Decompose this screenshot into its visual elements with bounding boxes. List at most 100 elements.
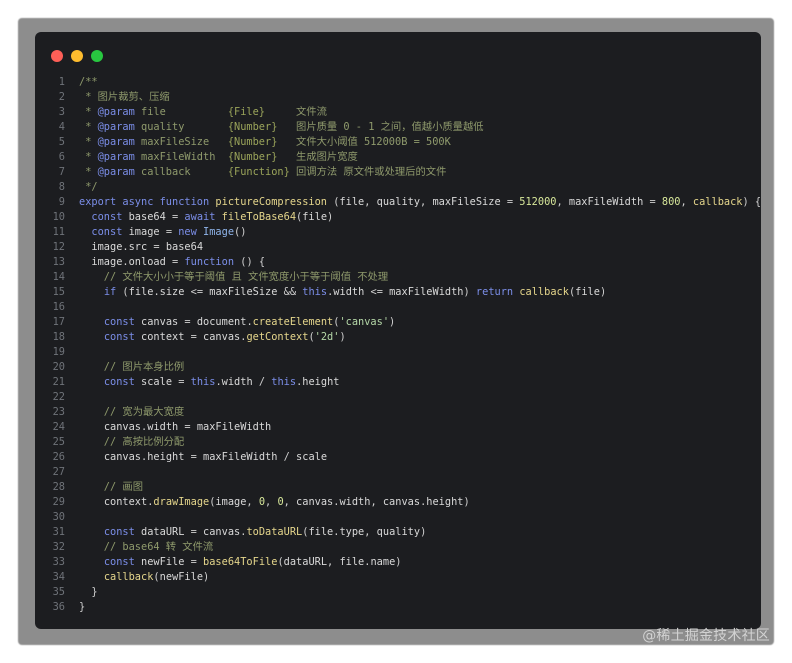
- line-number: 18: [52, 331, 65, 343]
- code-line: 29 context.drawImage(image, 0, 0, canvas…: [35, 495, 761, 510]
- code-text: * 图片裁剪、压缩: [79, 91, 170, 103]
- code-line: 8 */: [35, 180, 761, 195]
- code-text: // 画图: [79, 481, 143, 493]
- code-line: 26 canvas.height = maxFileWidth / scale: [35, 450, 761, 465]
- line-number: 6: [58, 151, 65, 163]
- line-number: 2: [58, 91, 65, 103]
- code-line: 15 if (file.size <= maxFileSize && this.…: [35, 285, 761, 300]
- code-line: 28 // 画图: [35, 480, 761, 495]
- line-number: 35: [52, 586, 65, 598]
- code-line: 16: [35, 300, 761, 315]
- code-line: 31 const dataURL = canvas.toDataURL(file…: [35, 525, 761, 540]
- code-text: canvas.height = maxFileWidth / scale: [103, 451, 328, 463]
- line-number: 27: [52, 466, 65, 478]
- code-line: 24 canvas.width = maxFileWidth: [35, 420, 761, 435]
- line-number: 33: [52, 556, 65, 568]
- code-text: const dataURL = canvas.toDataURL(file.ty…: [103, 526, 427, 538]
- code-line: 12 image.src = base64: [35, 240, 761, 255]
- code-text: const canvas = document.createElement('c…: [103, 316, 396, 328]
- code-text: * @param file {File} 文件流: [79, 106, 327, 118]
- code-line: 5 * @param maxFileSize {Number} 文件大小阈值 5…: [35, 135, 761, 150]
- line-number: 15: [52, 286, 65, 298]
- code-line: 33 const newFile = base64ToFile(dataURL,…: [35, 555, 761, 570]
- code-text: // 高按比例分配: [79, 436, 185, 448]
- line-number: 26: [52, 451, 65, 463]
- code-text: canvas.width = maxFileWidth: [103, 421, 272, 433]
- line-number: 12: [52, 241, 65, 253]
- code-text: * @param quality {Number} 图片质量 0 - 1 之间，…: [79, 121, 484, 133]
- code-line: 23 // 宽为最大宽度: [35, 405, 761, 420]
- code-text: }: [91, 586, 98, 598]
- code-line: 2 * 图片裁剪、压缩: [35, 90, 761, 105]
- code-line: 34 callback(newFile): [35, 570, 761, 585]
- line-number: 30: [52, 511, 65, 523]
- code-line: 11 const image = new Image(): [35, 225, 761, 240]
- code-text: */: [79, 181, 98, 193]
- code-line: 19: [35, 345, 761, 360]
- line-number: 14: [52, 271, 65, 283]
- line-number: 3: [58, 106, 65, 118]
- code-line: 7 * @param callback {Function} 回调方法 原文件或…: [35, 165, 761, 180]
- line-number: 23: [52, 406, 65, 418]
- code-text: * @param callback {Function} 回调方法 原文件或处理…: [79, 166, 447, 178]
- line-number: 22: [52, 391, 65, 403]
- line-number: 20: [52, 361, 65, 373]
- code-text: export async function pictureCompression…: [79, 196, 761, 208]
- line-number: 1: [58, 76, 65, 88]
- code-text: * @param maxFileSize {Number} 文件大小阈值 512…: [79, 136, 451, 148]
- code-text: const image = new Image(): [91, 226, 247, 238]
- minimize-window-icon[interactable]: [71, 50, 83, 62]
- watermark: @稀土掘金技术社区: [642, 628, 770, 644]
- code-text: image.src = base64: [91, 241, 204, 253]
- code-text: const newFile = base64ToFile(dataURL, fi…: [103, 556, 402, 568]
- code-text: // 宽为最大宽度: [79, 406, 185, 418]
- code-text: const context = canvas.getContext('2d'): [103, 331, 346, 343]
- line-number: 28: [52, 481, 65, 493]
- line-number: 17: [52, 316, 65, 328]
- line-number: 25: [52, 436, 65, 448]
- code-line: 35 }: [35, 585, 761, 600]
- line-number: 36: [52, 601, 65, 613]
- code-window: 1/** 2 * 图片裁剪、压缩 3 * @param file {File} 文件…: [35, 32, 761, 629]
- code-text: * @param maxFileWidth {Number} 生成图片宽度: [79, 151, 358, 163]
- code-line: 32 // base64 转 文件流: [35, 540, 761, 555]
- code-line: 21 const scale = this.width / this.heigh…: [35, 375, 761, 390]
- line-number: 16: [52, 301, 65, 313]
- line-number: 19: [52, 346, 65, 358]
- code-line: 14 // 文件大小小于等于阈值 且 文件宽度小于等于阈值 不处理: [35, 270, 761, 285]
- code-text: // 文件大小小于等于阈值 且 文件宽度小于等于阈值 不处理: [79, 271, 389, 283]
- line-number: 11: [52, 226, 65, 238]
- code-line: 27: [35, 465, 761, 480]
- maximize-window-icon[interactable]: [91, 50, 103, 62]
- code-text: const base64 = await fileToBase64(file): [91, 211, 334, 223]
- code-line: 20 // 图片本身比例: [35, 360, 761, 375]
- code-text: // 图片本身比例: [79, 361, 185, 373]
- code-editor[interactable]: 1/** 2 * 图片裁剪、压缩 3 * @param file {File} 文件…: [35, 75, 761, 615]
- close-window-icon[interactable]: [51, 50, 63, 62]
- window-titlebar: [35, 32, 761, 72]
- code-line: 30: [35, 510, 761, 525]
- code-line: 9 export async function pictureCompressio…: [35, 195, 761, 210]
- line-number: 7: [58, 166, 65, 178]
- line-number: 4: [58, 121, 65, 133]
- code-line: 18 const context = canvas.getContext('2d…: [35, 330, 761, 345]
- code-text: callback(newFile): [103, 571, 210, 583]
- line-number: 31: [52, 526, 65, 538]
- code-line: 13 image.onload = function () {: [35, 255, 761, 270]
- code-line: 3 * @param file {File} 文件流: [35, 105, 761, 120]
- line-number: 21: [52, 376, 65, 388]
- code-line: 10 const base64 = await fileToBase64(fil…: [35, 210, 761, 225]
- code-line: 25 // 高按比例分配: [35, 435, 761, 450]
- line-number: 13: [52, 256, 65, 268]
- line-number: 8: [58, 181, 65, 193]
- line-number: 29: [52, 496, 65, 508]
- line-number: 34: [52, 571, 65, 583]
- code-line: 17 const canvas = document.createElement…: [35, 315, 761, 330]
- line-number: 32: [52, 541, 65, 553]
- line-number: 5: [58, 136, 65, 148]
- line-number: 10: [52, 211, 65, 223]
- code-line: 22: [35, 390, 761, 405]
